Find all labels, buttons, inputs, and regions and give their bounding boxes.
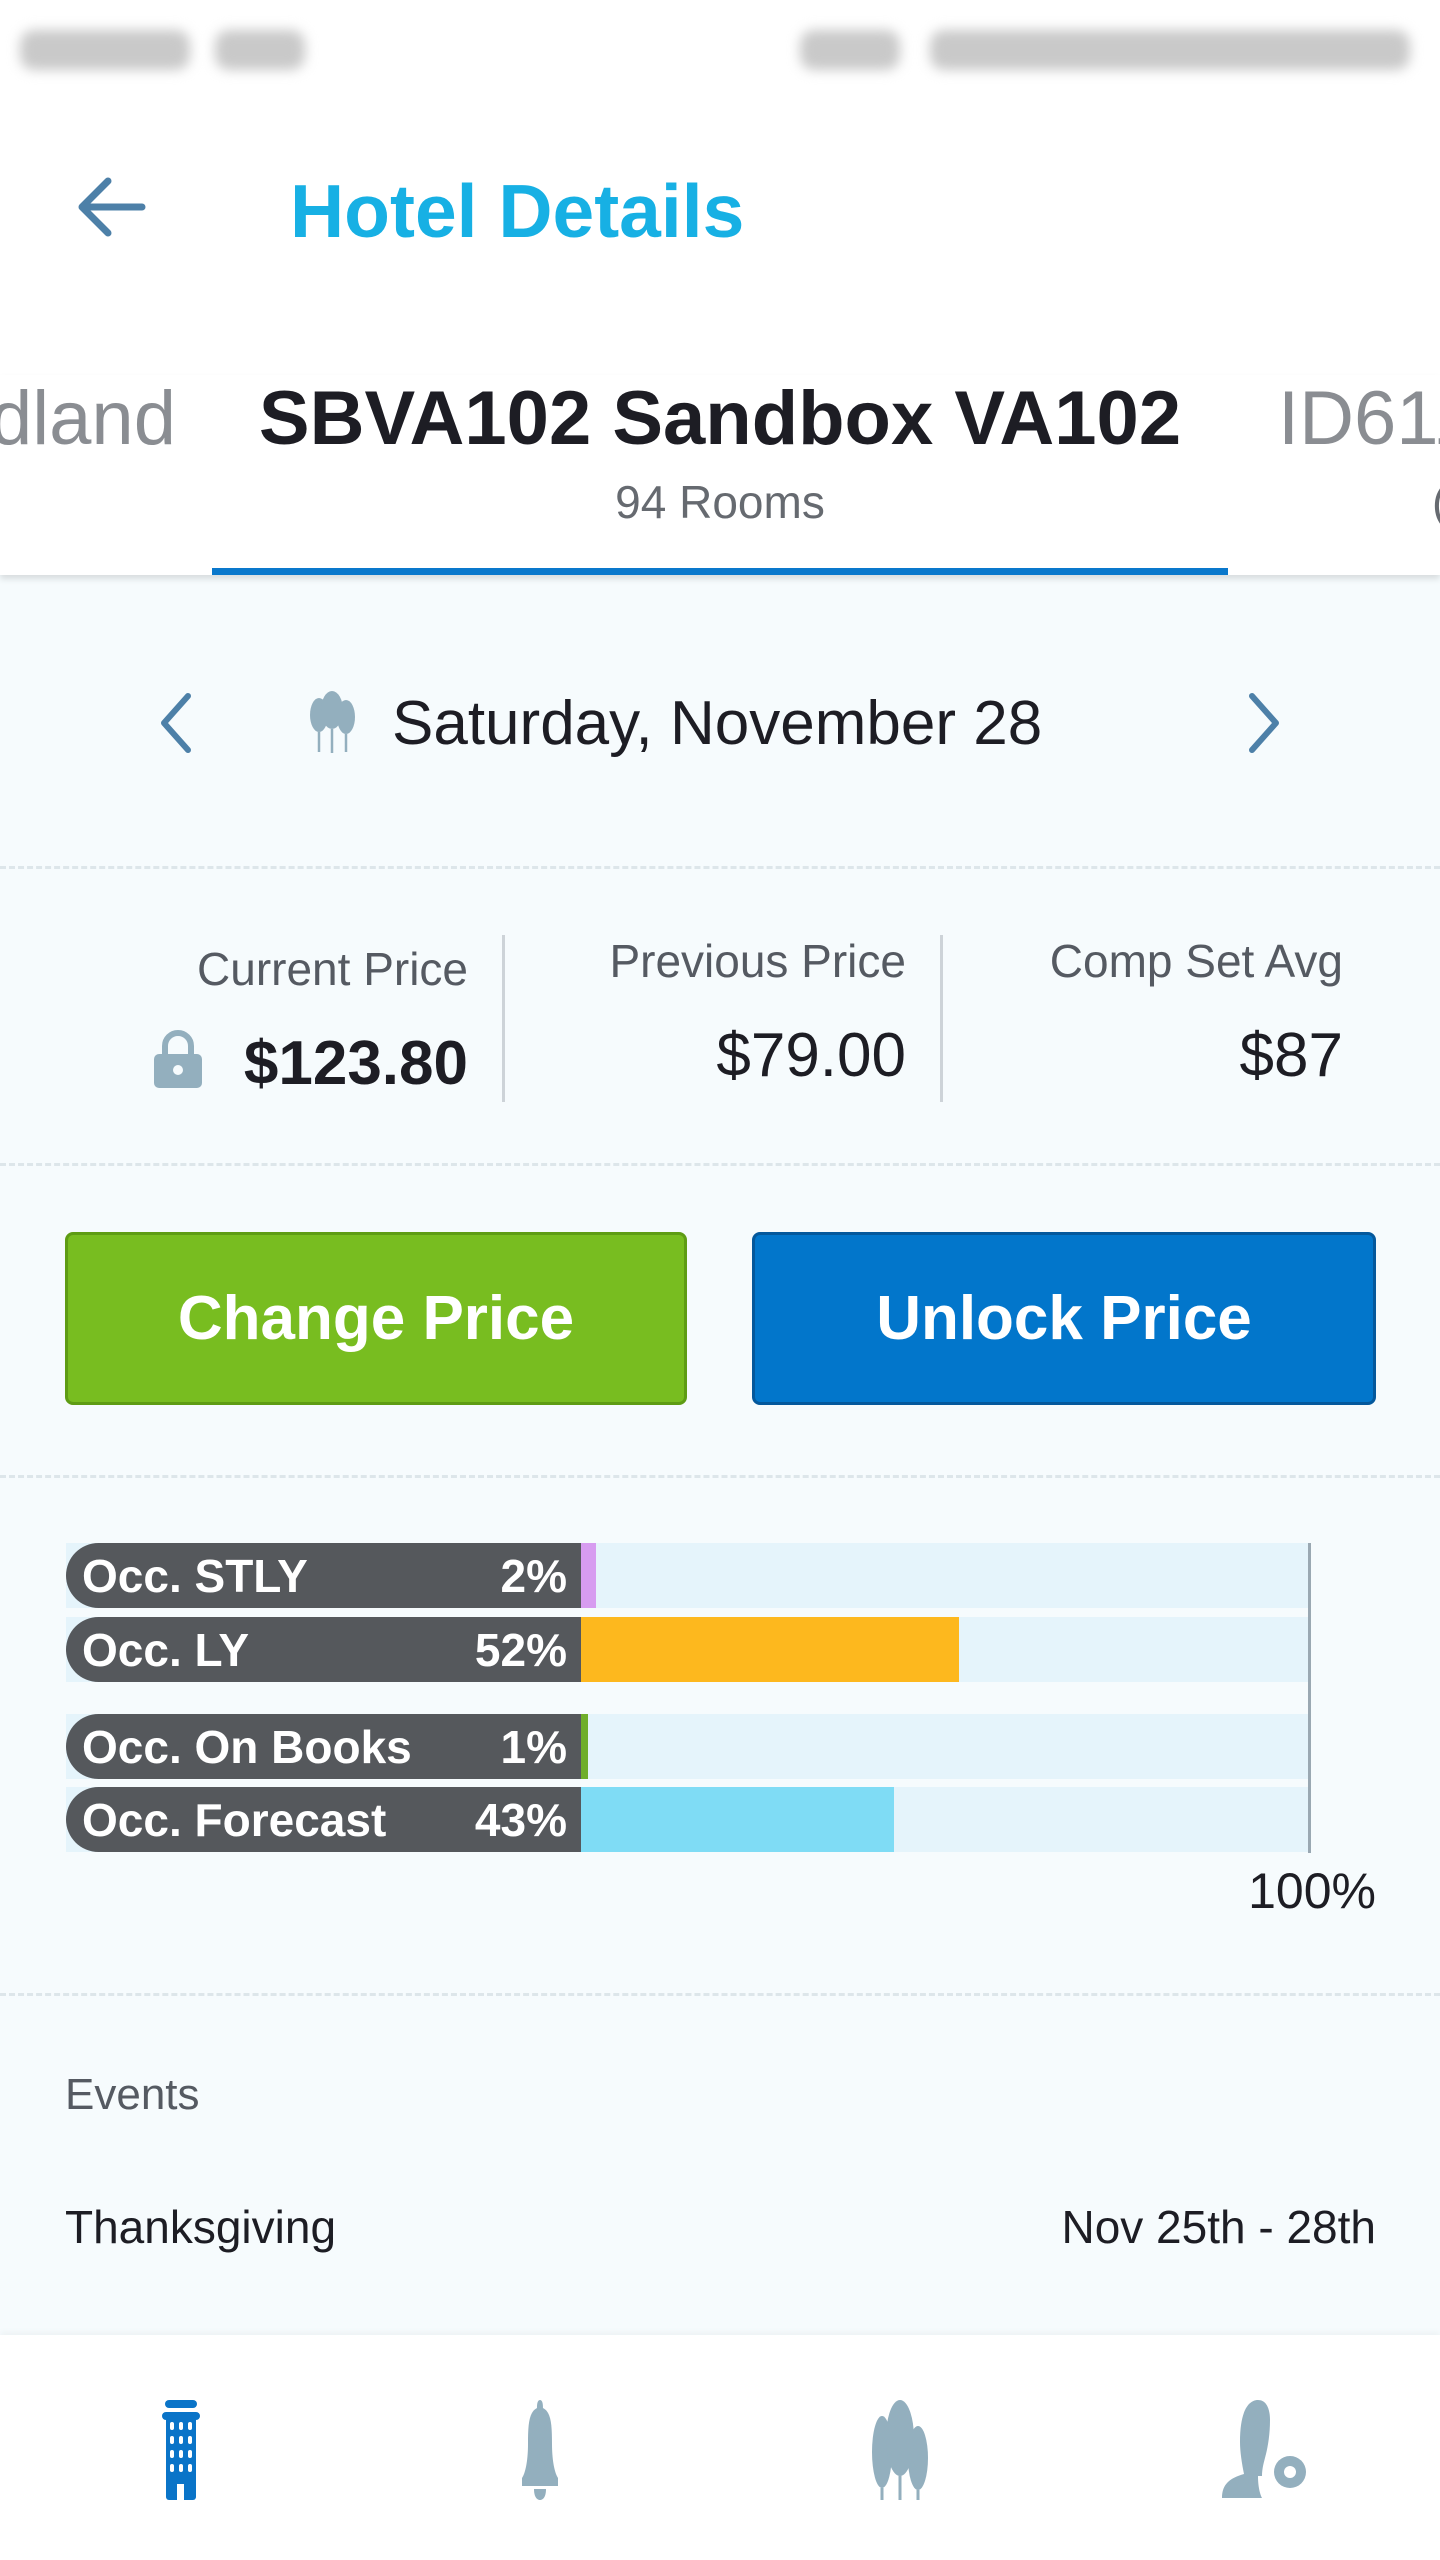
divider	[502, 935, 505, 1102]
bar-value: 43%	[474, 1793, 567, 1846]
bell-icon[interactable]	[490, 2400, 590, 2500]
bar-label: Occ. Forecast	[82, 1793, 387, 1846]
hotel-tabs: dland SBVA102 Sandbox VA102 94 Rooms ID6…	[0, 375, 1440, 575]
event-dates: Nov 25th - 28th	[1061, 2201, 1376, 2253]
divider	[0, 866, 1440, 869]
previous-price-label: Previous Price	[609, 935, 906, 987]
arrow-left-icon[interactable]	[70, 172, 150, 242]
bar-fill-on-books	[581, 1714, 589, 1779]
bar-fill-stly	[581, 1543, 596, 1608]
bar-fill-forecast	[581, 1787, 894, 1852]
comp-set-value: $87	[1239, 1021, 1343, 1090]
divider	[0, 1475, 1440, 1478]
current-price-label: Current Price	[197, 943, 468, 995]
occupancy-bar-forecast: Occ. Forecast 43%	[66, 1787, 1308, 1852]
bar-label: Occ. On Books	[82, 1720, 412, 1773]
events-heading: Events	[65, 2070, 200, 2119]
user-settings-icon[interactable]	[1212, 2400, 1312, 2500]
tab-hotel-prev[interactable]: dland	[0, 375, 176, 462]
bar-label: Occ. STLY	[82, 1549, 308, 1602]
event-name: Thanksgiving	[65, 2201, 337, 2253]
active-tab-indicator	[212, 568, 1228, 575]
lock-icon	[154, 1030, 202, 1088]
room-count-next: (	[1432, 475, 1440, 529]
current-price-value: $123.80	[243, 1029, 468, 1098]
bar-value: 1%	[500, 1720, 567, 1773]
divider	[0, 1993, 1440, 1996]
divider	[0, 1163, 1440, 1166]
max-label: 100%	[1248, 1863, 1376, 1919]
balloons-icon[interactable]	[850, 2400, 950, 2500]
status-bar	[0, 0, 1440, 95]
tab-hotel-active[interactable]: SBVA102 Sandbox VA102	[212, 375, 1228, 462]
chevron-left-icon[interactable]	[152, 688, 202, 758]
occupancy-bar-ly: Occ. LY 52%	[66, 1617, 1308, 1682]
comp-set-label: Comp Set Avg	[1049, 935, 1343, 987]
divider	[940, 935, 943, 1102]
bar-value: 2%	[500, 1549, 567, 1602]
bar-label: Occ. LY	[82, 1623, 250, 1676]
chevron-right-icon[interactable]	[1238, 688, 1288, 758]
page-title: Hotel Details	[290, 169, 745, 253]
tab-hotel-next[interactable]: ID611	[1278, 375, 1440, 462]
unlock-price-button[interactable]: Unlock Price	[752, 1232, 1376, 1405]
change-price-button[interactable]: Change Price	[65, 1232, 687, 1405]
bottom-nav	[0, 2335, 1440, 2560]
bar-value: 52%	[474, 1623, 567, 1676]
max-line	[1308, 1543, 1311, 1853]
occupancy-bar-on-books: Occ. On Books 1%	[66, 1714, 1308, 1779]
selected-date: Saturday, November 28	[392, 689, 1043, 758]
occupancy-bar-stly: Occ. STLY 2%	[66, 1543, 1308, 1608]
balloons-icon	[310, 691, 355, 753]
hotel-building-icon[interactable]	[130, 2400, 230, 2500]
room-count: 94 Rooms	[615, 476, 825, 528]
previous-price-value: $79.00	[716, 1021, 906, 1090]
bar-fill-ly	[581, 1617, 960, 1682]
